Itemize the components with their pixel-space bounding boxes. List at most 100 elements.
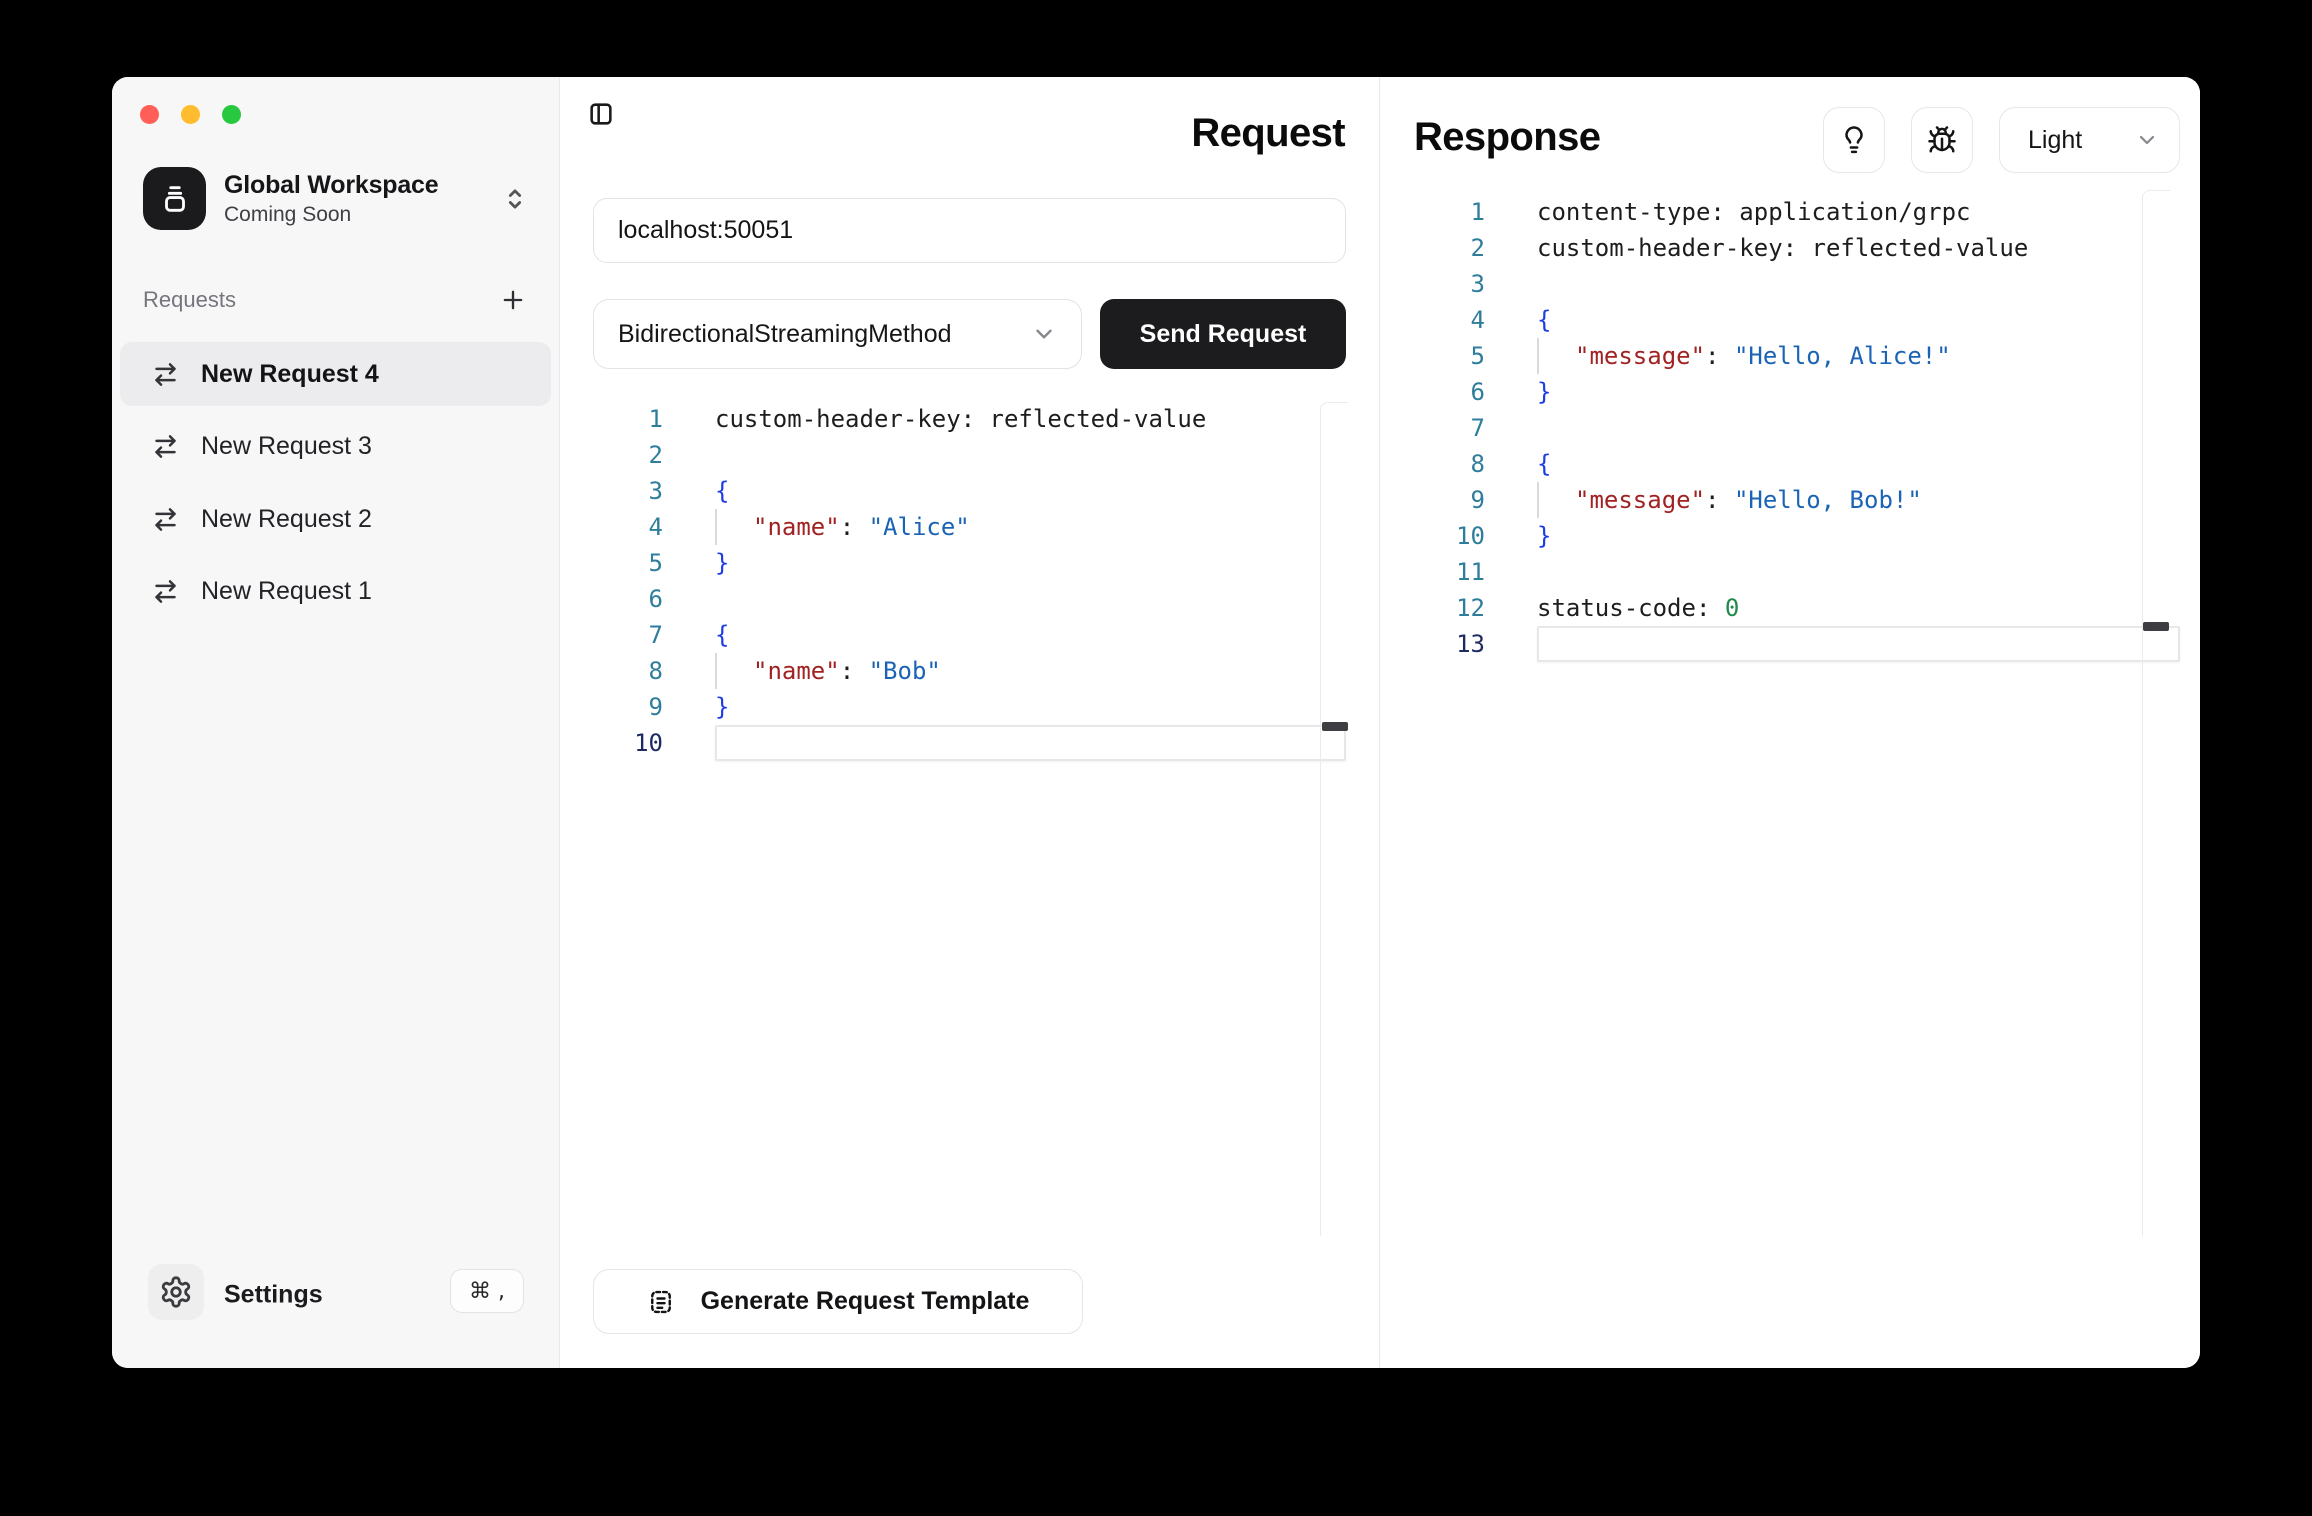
editor-line[interactable]: 6 <box>600 581 1346 617</box>
line-content[interactable]: status-code: 0 <box>1537 590 2180 626</box>
line-content[interactable]: { <box>1537 446 2180 482</box>
generate-request-template-button[interactable]: Generate Request Template <box>593 1269 1083 1334</box>
sidebar-request-item[interactable]: New Request 4 <box>120 342 551 406</box>
line-content[interactable]: { <box>715 473 1346 509</box>
active-line-content[interactable] <box>715 725 1346 761</box>
editor-line[interactable]: 13 <box>1422 626 2180 662</box>
swap-arrows-icon <box>152 578 179 605</box>
request-item-label: New Request 1 <box>201 577 372 606</box>
line-content[interactable]: { <box>715 617 1346 653</box>
line-content[interactable]: content-type: application/grpc <box>1537 194 2180 230</box>
gear-icon <box>148 1264 204 1320</box>
line-content[interactable] <box>715 437 1346 473</box>
line-content[interactable]: "message": "Hello, Alice!" <box>1537 338 2180 374</box>
method-dropdown[interactable]: BidirectionalStreamingMethod <box>593 299 1082 369</box>
debug-button[interactable] <box>1911 107 1973 173</box>
line-content[interactable] <box>1537 554 2180 590</box>
line-number: 3 <box>600 477 663 505</box>
editor-line[interactable]: 4{ <box>1422 302 2180 338</box>
line-number: 12 <box>1422 594 1485 622</box>
sidebar-request-item[interactable]: New Request 2 <box>120 487 551 551</box>
editor-line[interactable]: 12 status-code: 0 <box>1422 590 2180 626</box>
editor-line[interactable]: 7 <box>1422 410 2180 446</box>
request-item-label: New Request 3 <box>201 432 372 461</box>
line-content[interactable]: } <box>1537 374 2180 410</box>
request-list: New Request 4 New Request 3 New Request 2 N… <box>120 342 551 632</box>
editor-line[interactable]: 7{ <box>600 617 1346 653</box>
add-request-button[interactable] <box>498 285 528 315</box>
workspace-icon <box>143 167 206 230</box>
request-editor[interactable]: 1custom-header-key: reflected-value23{4"… <box>600 401 1346 761</box>
line-number: 8 <box>1422 450 1485 478</box>
settings-shortcut-badge: ⌘ , <box>450 1269 524 1313</box>
sidebar-toggle-icon[interactable] <box>587 100 615 128</box>
editor-line[interactable]: 6} <box>1422 374 2180 410</box>
line-content[interactable]: { <box>1537 302 2180 338</box>
editor-line[interactable]: 2custom-header-key: reflected-value <box>1422 230 2180 266</box>
line-content[interactable]: "message": "Hello, Bob!" <box>1537 482 2180 518</box>
line-content[interactable]: "name": "Alice" <box>715 509 1346 545</box>
editor-line[interactable]: 2 <box>600 437 1346 473</box>
line-number: 8 <box>600 657 663 685</box>
editor-line[interactable]: 11 <box>1422 554 2180 590</box>
line-number: 6 <box>600 585 663 613</box>
line-content[interactable] <box>1537 266 2180 302</box>
requests-section-label: Requests <box>143 287 236 313</box>
line-content[interactable]: } <box>715 545 1346 581</box>
line-number: 4 <box>600 513 663 541</box>
line-number: 10 <box>600 729 663 757</box>
theme-dropdown[interactable]: Light <box>1999 107 2180 173</box>
line-number: 4 <box>1422 306 1485 334</box>
line-content[interactable]: } <box>1537 518 2180 554</box>
editor-line[interactable]: 10 <box>600 725 1346 761</box>
response-editor[interactable]: 1content-type: application/grpc2custom-h… <box>1422 194 2180 662</box>
line-content[interactable]: custom-header-key: reflected-value <box>715 401 1346 437</box>
editor-line[interactable]: 1 custom-header-key: reflected-value <box>600 401 1346 437</box>
request-editor-scroll-thumb[interactable] <box>1322 722 1348 731</box>
hint-button[interactable] <box>1823 107 1885 173</box>
editor-line[interactable]: 8 "name": "Bob" <box>600 653 1346 689</box>
minimize-window-button[interactable] <box>181 105 200 124</box>
line-number: 10 <box>1422 522 1485 550</box>
chevron-down-icon <box>2135 128 2159 152</box>
workspace-switcher[interactable]: Global Workspace Coming Soon <box>143 167 529 230</box>
dashed-template-icon <box>647 1288 675 1316</box>
editor-line[interactable]: 8{ <box>1422 446 2180 482</box>
line-number: 1 <box>600 405 663 433</box>
editor-line[interactable]: 3 <box>1422 266 2180 302</box>
response-editor-scroll-thumb[interactable] <box>2143 622 2169 631</box>
line-content[interactable] <box>1537 410 2180 446</box>
close-window-button[interactable] <box>140 105 159 124</box>
line-content[interactable]: "name": "Bob" <box>715 653 1346 689</box>
theme-dropdown-value: Light <box>2028 126 2082 155</box>
line-content[interactable] <box>715 581 1346 617</box>
server-address-input[interactable] <box>593 198 1346 263</box>
response-panel-title: Response <box>1414 115 1600 160</box>
sidebar-request-item[interactable]: New Request 3 <box>120 415 551 479</box>
line-number: 2 <box>600 441 663 469</box>
zoom-window-button[interactable] <box>222 105 241 124</box>
editor-line[interactable]: 5} <box>600 545 1346 581</box>
editor-line[interactable]: 9"message": "Hello, Bob!" <box>1422 482 2180 518</box>
editor-line[interactable]: 5"message": "Hello, Alice!" <box>1422 338 2180 374</box>
send-request-button[interactable]: Send Request <box>1100 299 1346 369</box>
chevrons-up-down-icon <box>501 185 529 213</box>
settings-row[interactable]: Settings ⌘ , <box>112 1262 560 1328</box>
line-number: 11 <box>1422 558 1485 586</box>
swap-arrows-icon <box>152 433 179 460</box>
workspace-subtitle: Coming Soon <box>224 203 438 227</box>
chevron-down-icon <box>1031 321 1057 347</box>
sidebar-request-item[interactable]: New Request 1 <box>120 560 551 624</box>
swap-arrows-icon <box>152 361 179 388</box>
line-content[interactable]: custom-header-key: reflected-value <box>1537 230 2180 266</box>
editor-line[interactable]: 4 "name": "Alice" <box>600 509 1346 545</box>
request-item-label: New Request 2 <box>201 505 372 534</box>
line-number: 13 <box>1422 630 1485 658</box>
editor-line[interactable]: 3{ <box>600 473 1346 509</box>
editor-line[interactable]: 1content-type: application/grpc <box>1422 194 2180 230</box>
active-line-content[interactable] <box>1537 626 2180 662</box>
editor-line[interactable]: 9} <box>600 689 1346 725</box>
editor-line[interactable]: 10} <box>1422 518 2180 554</box>
lightbulb-icon <box>1839 125 1869 155</box>
line-content[interactable]: } <box>715 689 1346 725</box>
